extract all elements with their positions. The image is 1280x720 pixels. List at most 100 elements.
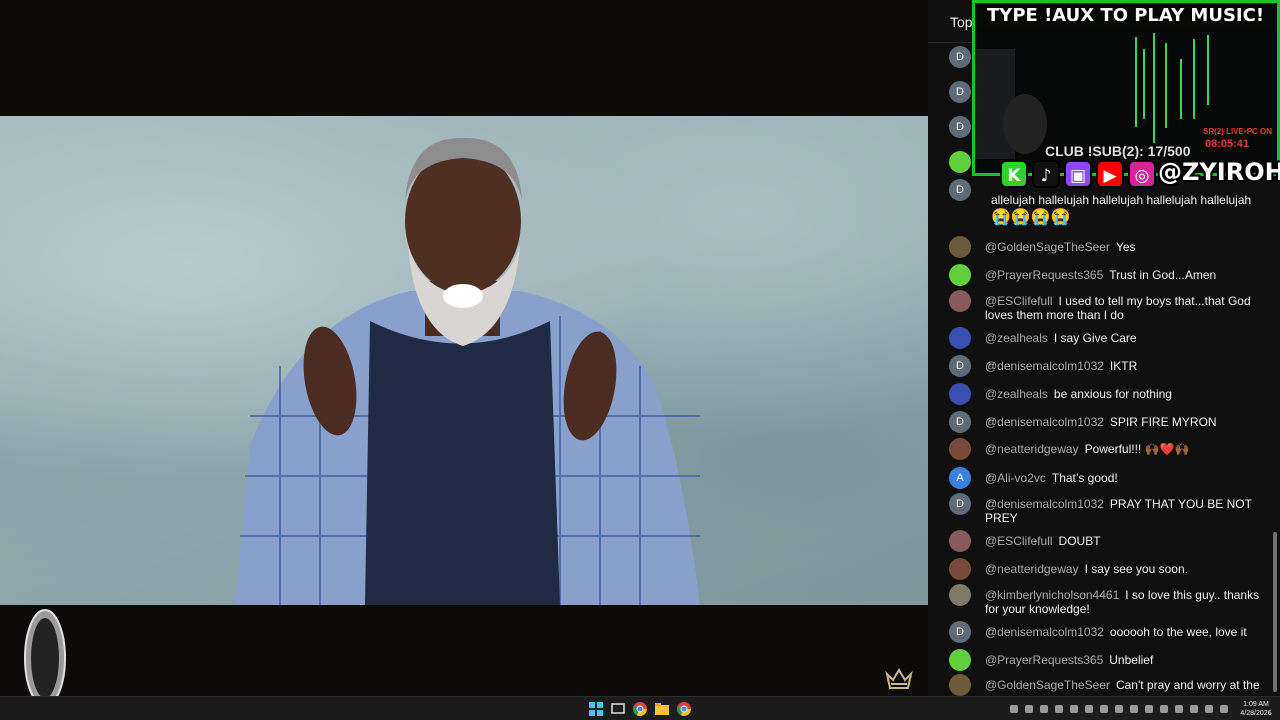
tray-app-icon[interactable] [1100,705,1108,713]
instagram-icon: ◎ [1128,160,1156,188]
chat-scrollbar-thumb[interactable] [1273,532,1277,692]
chat-author-name[interactable]: @PrayerRequests365 [985,653,1103,667]
chat-author-name[interactable]: @zealheals [985,387,1048,401]
chat-message-body: @neatteridgeway I say see you soon. [985,562,1263,576]
chat-author-name[interactable]: @ESClifefull [985,534,1053,548]
overlay-timer: 08:05:41 [1205,138,1250,150]
twitch-icon: ▣ [1064,160,1092,188]
chat-avatar[interactable]: D [949,116,971,138]
chat-message-text: Unbelief [1109,653,1154,667]
chat-message-body: @PrayerRequests365 Unbelief [985,653,1263,667]
start-menu-icon[interactable] [589,702,603,716]
windows-taskbar: 1:09 AM 4/28/2026 [0,696,1280,720]
tray-app-icon[interactable] [1115,705,1123,713]
chat-mode-selector[interactable]: Top [950,14,973,30]
chat-message-body: @ESClifefull DOUBT [985,534,1263,548]
chat-message-text: SPIR FIRE MYRON [1109,415,1217,429]
chat-author-name[interactable]: @denisemalcolm1032 [985,415,1104,429]
chat-author-name[interactable]: @denisemalcolm1032 [985,625,1104,639]
overlay-sub-goal: CLUB !SUB(2): 17/500 [1045,143,1191,159]
chat-avatar[interactable]: D [949,621,971,643]
chat-avatar[interactable] [949,674,971,696]
chat-message-text: I say Give Care [1053,331,1137,345]
chat-message-body: @GoldenSageTheSeer Yes [985,240,1263,254]
chat-message-text: oooooh to the wee, love it [1109,625,1247,639]
file-explorer-icon[interactable] [655,702,669,716]
tray-app-icon[interactable] [1175,705,1183,713]
chat-avatar[interactable]: D [949,411,971,433]
video-speaker-image [235,137,700,605]
tray-app-icon[interactable] [1130,705,1138,713]
chat-message-body: @zealheals I say Give Care [985,331,1263,345]
chat-author-name[interactable]: @GoldenSageTheSeer [985,240,1110,254]
chat-avatar[interactable]: D [949,46,971,68]
chat-author-name[interactable]: @denisemalcolm1032 [985,497,1104,511]
chat-message-body: @neatteridgeway Powerful!!! 🙌🏾❤️🙌🏾 [985,442,1263,456]
chat-author-name[interactable]: @Ali-vo2vc [985,471,1046,485]
chat-author-name[interactable]: @GoldenSageTheSeer [985,678,1110,692]
chat-author-name[interactable]: @zealheals [985,331,1048,345]
chat-message-body: @GoldenSageTheSeer Can't pray and worry a… [985,678,1263,692]
chat-author-name[interactable]: @neatteridgeway [985,562,1079,576]
chat-avatar[interactable] [949,438,971,460]
tray-app-icon[interactable] [1055,705,1063,713]
chat-message-text: be anxious for nothing [1053,387,1172,401]
chat-message-body: @Ali-vo2vc That’s good! [985,471,1263,485]
social-links-bar: ◎ ▶ ▣ ♪ K @ZYIROH [1000,158,1280,190]
task-view-icon[interactable] [611,702,625,716]
chat-avatar[interactable]: A [949,467,971,489]
chat-avatar[interactable] [949,151,971,173]
chat-author-name[interactable]: @neatteridgeway [985,442,1079,456]
chat-avatar[interactable] [949,327,971,349]
chat-avatar[interactable] [949,236,971,258]
streamer-handle: @ZYIROH [1158,158,1280,186]
tray-app-icon[interactable] [1160,705,1168,713]
chat-avatar[interactable] [949,558,971,580]
chrome-icon[interactable] [633,702,647,716]
tray-app-icon[interactable] [1145,705,1153,713]
tray-app-icon[interactable] [1040,705,1048,713]
clock-time: 1:09 AM [1243,701,1269,708]
chat-avatar[interactable]: D [949,81,971,103]
video-frame[interactable] [0,116,928,605]
chat-author-name[interactable]: @PrayerRequests365 [985,268,1103,282]
chat-message-text: IKTR [1109,359,1138,373]
tiktok-icon: ♪ [1032,160,1060,188]
chat-avatar[interactable]: D [949,493,971,515]
tray-network-icon[interactable] [1190,705,1198,713]
tray-chevron-icon[interactable] [1010,705,1018,713]
chat-author-name[interactable]: @kimberlynicholson4461 [985,588,1119,602]
tray-battery-icon[interactable] [1220,705,1228,713]
chat-message-text: I say see you soon. [1084,562,1188,576]
chat-message-text: Yes [1115,240,1136,254]
overlay-status: SR(2) LIVE•PC ON [1203,127,1273,136]
tray-app-icon[interactable] [1025,705,1033,713]
clock-date: 4/28/2026 [1240,710,1272,717]
chat-message-body: @PrayerRequests365 Trust in God...Amen [985,268,1263,282]
screen: Top D D D Dallelujah hallelujah hallelujah … [0,0,1280,720]
chat-message-text: Trust in God...Amen [1109,268,1217,282]
chrome-profile-icon[interactable] [677,702,691,716]
chat-message-partial: allelujah hallelujah hallelujah halleluj… [991,193,1261,229]
crown-logo-icon [885,668,913,689]
tray-app-icon[interactable] [1085,705,1093,713]
chat-avatar[interactable] [949,290,971,312]
system-clock[interactable]: 1:09 AM 4/28/2026 [1236,700,1276,718]
tray-app-icon[interactable] [1070,705,1078,713]
chat-author-name[interactable]: @denisemalcolm1032 [985,359,1104,373]
overlay-title: TYPE !AUX TO PLAY MUSIC! [987,5,1265,26]
chat-avatar[interactable] [949,383,971,405]
chat-author-name[interactable]: @ESClifefull [985,294,1053,308]
chat-avatar[interactable] [949,264,971,286]
chat-avatar[interactable] [949,530,971,552]
chat-avatar[interactable]: D [949,355,971,377]
chat-message-text: Powerful!!! 🙌🏾❤️🙌🏾 [1084,442,1190,456]
video-player[interactable] [0,0,928,707]
kick-icon: K [1000,160,1028,188]
chat-avatar[interactable]: D [949,179,971,201]
chat-message-text: Can't pray and worry at the [1115,678,1260,692]
chat-avatar[interactable] [949,649,971,671]
chat-message-body: @denisemalcolm1032 PRAY THAT YOU BE NOT P… [985,497,1263,525]
tray-volume-icon[interactable] [1205,705,1213,713]
chat-avatar[interactable] [949,584,971,606]
